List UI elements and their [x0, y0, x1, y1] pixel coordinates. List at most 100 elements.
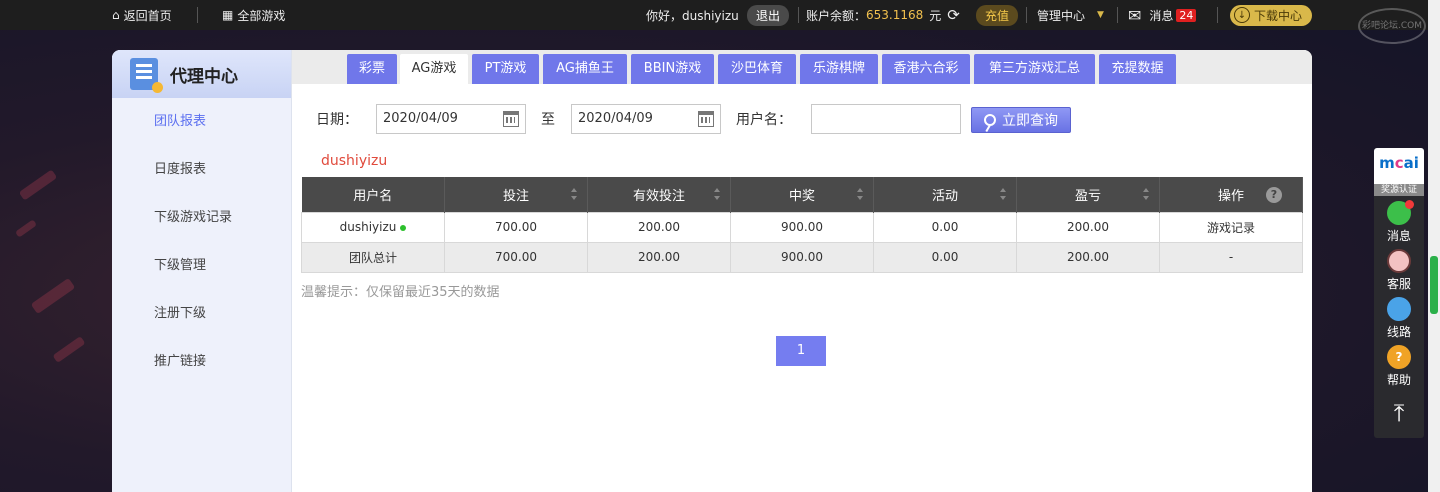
sidebar-item-sub-game-records[interactable]: 下级游戏记录: [112, 194, 291, 242]
balance-label: 账户余额：: [806, 8, 867, 23]
sort-icon[interactable]: [1000, 188, 1006, 200]
grid-icon: ▦: [222, 8, 234, 22]
float-route-label: 线路: [1386, 325, 1411, 339]
cell-profit-loss: 200.00: [1016, 211, 1160, 243]
help-icon[interactable]: ?: [1266, 187, 1282, 203]
header-profit-loss[interactable]: 盈亏: [1016, 177, 1160, 212]
cell-bets: 700.00: [444, 211, 588, 243]
cell-total-activity: 0.00: [873, 241, 1017, 273]
sort-icon[interactable]: [571, 188, 577, 200]
greeting: 你好，dushiyizu: [646, 8, 739, 23]
sidebar-item-daily-report[interactable]: 日度报表: [112, 146, 291, 194]
scrollbar-thumb[interactable]: [1430, 256, 1438, 314]
tab-bar: 彩票 AG游戏 PT游戏 AG捕鱼王 BBIN游戏 沙巴体育 乐游棋牌 香港六合…: [292, 50, 1312, 84]
header-activity[interactable]: 活动: [873, 177, 1017, 212]
divider: [1117, 7, 1118, 23]
download-label: 下载中心: [1254, 8, 1303, 23]
home-link[interactable]: ⌂ 返回首页: [112, 0, 172, 30]
background-decoration: [18, 169, 58, 201]
float-help-button[interactable]: ? 帮助: [1374, 340, 1424, 388]
tab-lottery[interactable]: 彩票: [347, 54, 397, 84]
cell-total-valid-bets: 200.00: [587, 241, 731, 273]
sidebar-header: 代理中心: [112, 50, 291, 98]
cell-total-winnings: 900.00: [730, 241, 874, 273]
tab-deposit-withdraw[interactable]: 充提数据: [1099, 54, 1176, 84]
watermark: 彩吧论坛.COM: [1358, 8, 1426, 44]
online-status-dot: [400, 224, 407, 231]
divider: [1026, 7, 1027, 23]
sidebar-item-sub-management[interactable]: 下级管理: [112, 242, 291, 290]
report-table: 用户名 投注 有效投注 中奖 活动 盈亏 操作? dushiyizu 700.0…: [301, 177, 1303, 273]
sort-icon[interactable]: [857, 188, 863, 200]
manage-label: 管理中心: [1037, 8, 1086, 23]
tab-pt-games[interactable]: PT游戏: [472, 54, 539, 84]
tab-leyou-cards[interactable]: 乐游棋牌: [800, 54, 878, 84]
sidebar-item-promo-link[interactable]: 推广链接: [112, 338, 291, 386]
back-to-top-button[interactable]: ⤒: [1374, 388, 1424, 438]
background-decoration: [52, 336, 86, 363]
table-row: dushiyizu 700.00 200.00 900.00 0.00 200.…: [301, 211, 1303, 243]
float-support-button[interactable]: 客服: [1374, 244, 1424, 292]
game-records-link[interactable]: 游戏记录: [1159, 211, 1303, 243]
header-winnings[interactable]: 中奖: [730, 177, 874, 212]
float-messages-button[interactable]: 消息: [1374, 196, 1424, 244]
page-scrollbar[interactable]: [1428, 0, 1440, 492]
right-float-bar: mcai 奖源认证 消息 客服 线路 ? 帮助 ⤒: [1374, 148, 1424, 438]
cell-total-label: 团队总计: [301, 241, 445, 273]
cell-total-profit-loss: 200.00: [1016, 241, 1160, 273]
to-label: 至: [541, 112, 555, 128]
sort-icon[interactable]: [714, 188, 720, 200]
mcai-logo: mcai: [1379, 154, 1419, 172]
agent-center-panel: 代理中心 团队报表 日度报表 下级游戏记录 下级管理 注册下级 推广链接 彩票 …: [112, 50, 1312, 492]
sort-icon[interactable]: [1143, 188, 1149, 200]
download-center-button[interactable]: ↓ 下载中心: [1230, 4, 1313, 26]
messages-link[interactable]: ✉ 消息 24: [1128, 0, 1197, 30]
table-total-row: 团队总计 700.00 200.00 900.00 0.00 200.00 -: [301, 241, 1303, 273]
cell-username: dushiyizu: [301, 211, 445, 243]
cell-activity: 0.00: [873, 211, 1017, 243]
tab-third-party-summary[interactable]: 第三方游戏汇总: [974, 54, 1095, 84]
header-bets[interactable]: 投注: [444, 177, 588, 212]
cell-total-bets: 700.00: [444, 241, 588, 273]
download-icon: ↓: [1234, 7, 1250, 23]
sidebar-item-team-report[interactable]: 团队报表: [112, 98, 291, 146]
manage-center-menu[interactable]: 管理中心 ▼: [1037, 0, 1104, 30]
tab-bbin-games[interactable]: BBIN游戏: [631, 54, 714, 84]
question-icon: ?: [1387, 345, 1411, 369]
calendar-icon[interactable]: [503, 111, 519, 127]
caret-down-icon: ▼: [1097, 10, 1104, 20]
all-games-link[interactable]: ▦ 全部游戏: [222, 0, 285, 30]
background-decoration: [30, 277, 76, 315]
username-input[interactable]: [811, 104, 961, 134]
currency-label: 元: [929, 8, 942, 23]
messages-label: 消息: [1149, 8, 1174, 23]
start-date-input[interactable]: 2020/04/09: [376, 104, 526, 134]
envelope-icon: ✉: [1128, 5, 1142, 25]
date-label: 日期：: [316, 112, 358, 128]
current-user-name: dushiyizu: [321, 153, 388, 169]
calendar-icon[interactable]: [698, 111, 714, 127]
page-button-current[interactable]: 1: [776, 336, 826, 366]
query-button[interactable]: 立即查询: [971, 107, 1071, 133]
username-label: 用户名：: [736, 112, 792, 128]
tab-ag-fishing[interactable]: AG捕鱼王: [543, 54, 627, 84]
mcai-certification-badge[interactable]: mcai 奖源认证: [1374, 148, 1424, 196]
tab-saba-sports[interactable]: 沙巴体育: [718, 54, 796, 84]
divider: [798, 7, 799, 23]
recharge-button[interactable]: 充值: [976, 4, 1019, 26]
sidebar-item-register-sub[interactable]: 注册下级: [112, 290, 291, 338]
cell-valid-bets: 200.00: [587, 211, 731, 243]
logout-button[interactable]: 退出: [747, 4, 790, 26]
header-valid-bets[interactable]: 有效投注: [587, 177, 731, 212]
divider: [197, 7, 198, 23]
tab-hk-marksix[interactable]: 香港六合彩: [882, 54, 970, 84]
messages-count-badge: 24: [1176, 8, 1197, 22]
refresh-icon[interactable]: ⟳: [947, 6, 960, 24]
float-route-button[interactable]: 线路: [1374, 292, 1424, 340]
query-label: 立即查询: [1002, 113, 1058, 129]
tab-ag-games[interactable]: AG游戏: [400, 54, 468, 84]
notification-dot: [1405, 200, 1414, 209]
search-icon: [984, 114, 996, 126]
end-date-input[interactable]: 2020/04/09: [571, 104, 721, 134]
support-agent-icon: [1387, 249, 1411, 273]
